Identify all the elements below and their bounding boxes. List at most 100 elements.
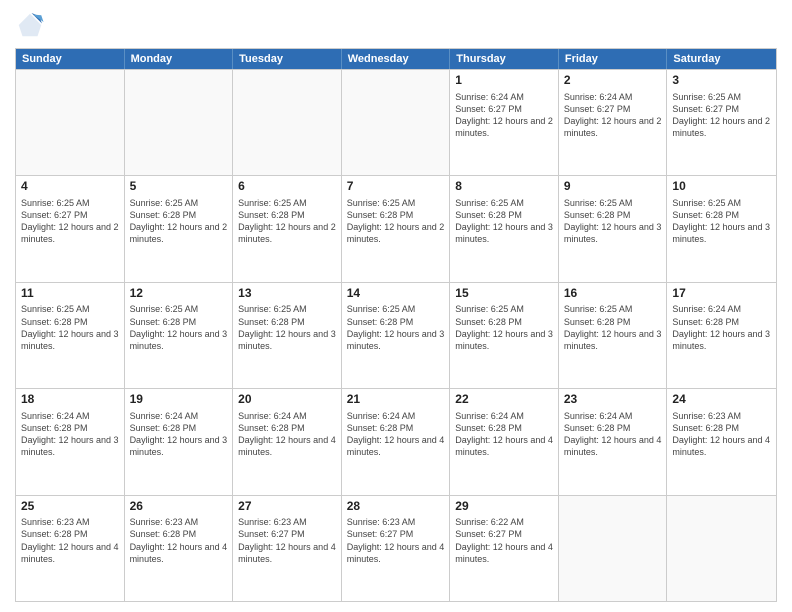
day-number: 2 [564, 73, 662, 89]
day-number: 12 [130, 286, 228, 302]
day-number: 6 [238, 179, 336, 195]
day-number: 24 [672, 392, 771, 408]
calendar-cell: 9Sunrise: 6:25 AMSunset: 6:28 PMDaylight… [559, 176, 668, 281]
calendar-week-row: 11 Sunrise: 6:25 AMSunset: 6:28 PMDayligh… [16, 282, 776, 388]
calendar-cell: 28Sunrise: 6:23 AMSunset: 6:27 PMDayligh… [342, 496, 451, 601]
day-info: Sunrise: 6:25 AMSunset: 6:28 PMDaylight:… [238, 303, 336, 352]
day-info: Sunrise: 6:23 AMSunset: 6:28 PMDaylight:… [672, 410, 771, 459]
day-of-week-header: Monday [125, 49, 234, 69]
logo [15, 10, 49, 40]
calendar-cell [233, 70, 342, 175]
day-info: Sunrise: 6:25 AMSunset: 6:28 PMDaylight:… [455, 197, 553, 246]
calendar-cell: 19 Sunrise: 6:24 AMSunset: 6:28 PMDayligh… [125, 389, 234, 494]
calendar-week-row: 25Sunrise: 6:23 AMSunset: 6:28 PMDayligh… [16, 495, 776, 601]
calendar-cell: 7 Sunrise: 6:25 AMSunset: 6:28 PMDaylight… [342, 176, 451, 281]
day-of-week-header: Thursday [450, 49, 559, 69]
day-number: 19 [130, 392, 228, 408]
day-info: Sunrise: 6:23 AMSunset: 6:27 PMDaylight:… [347, 516, 445, 565]
calendar-cell [342, 70, 451, 175]
day-of-week-header: Friday [559, 49, 668, 69]
calendar-cell [559, 496, 668, 601]
logo-icon [15, 10, 45, 40]
day-info: Sunrise: 6:25 AMSunset: 6:28 PMDaylight:… [347, 303, 445, 352]
day-number: 3 [672, 73, 771, 89]
day-info: Sunrise: 6:24 AMSunset: 6:27 PMDaylight:… [564, 91, 662, 140]
day-info: Sunrise: 6:25 AMSunset: 6:28 PMDaylight:… [672, 197, 771, 246]
day-info: Sunrise: 6:24 AMSunset: 6:28 PMDaylight:… [564, 410, 662, 459]
day-info: Sunrise: 6:24 AMSunset: 6:28 PMDaylight:… [347, 410, 445, 459]
day-of-week-header: Wednesday [342, 49, 451, 69]
calendar-cell: 29Sunrise: 6:22 AMSunset: 6:27 PMDayligh… [450, 496, 559, 601]
calendar-cell [667, 496, 776, 601]
day-info: Sunrise: 6:24 AMSunset: 6:28 PMDaylight:… [21, 410, 119, 459]
day-number: 18 [21, 392, 119, 408]
day-info: Sunrise: 6:25 AMSunset: 6:28 PMDaylight:… [347, 197, 445, 246]
calendar-cell: 23 Sunrise: 6:24 AMSunset: 6:28 PMDayligh… [559, 389, 668, 494]
calendar-cell: 1 Sunrise: 6:24 AMSunset: 6:27 PMDaylight… [450, 70, 559, 175]
day-info: Sunrise: 6:23 AMSunset: 6:28 PMDaylight:… [130, 516, 228, 565]
day-number: 17 [672, 286, 771, 302]
calendar-cell: 11Sunrise: 6:25 AMSunset: 6:28 PMDayligh… [16, 283, 125, 388]
day-number: 11 [21, 286, 119, 302]
day-number: 4 [21, 179, 119, 195]
day-number: 13 [238, 286, 336, 302]
calendar-cell: 26Sunrise: 6:23 AMSunset: 6:28 PMDayligh… [125, 496, 234, 601]
day-info: Sunrise: 6:23 AMSunset: 6:28 PMDaylight:… [21, 516, 119, 565]
calendar-cell: 14Sunrise: 6:25 AMSunset: 6:28 PMDayligh… [342, 283, 451, 388]
day-number: 20 [238, 392, 336, 408]
day-of-week-header: Tuesday [233, 49, 342, 69]
calendar-cell: 5 Sunrise: 6:25 AMSunset: 6:28 PMDaylight… [125, 176, 234, 281]
day-of-week-header: Sunday [16, 49, 125, 69]
day-info: Sunrise: 6:24 AMSunset: 6:28 PMDaylight:… [238, 410, 336, 459]
calendar-cell: 2 Sunrise: 6:24 AMSunset: 6:27 PMDaylight… [559, 70, 668, 175]
calendar-cell: 3 Sunrise: 6:25 AMSunset: 6:27 PMDaylight… [667, 70, 776, 175]
day-number: 16 [564, 286, 662, 302]
page: SundayMondayTuesdayWednesdayThursdayFrid… [0, 0, 792, 612]
day-number: 26 [130, 499, 228, 515]
day-info: Sunrise: 6:25 AMSunset: 6:28 PMDaylight:… [564, 303, 662, 352]
day-number: 1 [455, 73, 553, 89]
day-number: 10 [672, 179, 771, 195]
calendar-cell: 16Sunrise: 6:25 AMSunset: 6:28 PMDayligh… [559, 283, 668, 388]
day-of-week-header: Saturday [667, 49, 776, 69]
calendar-header: SundayMondayTuesdayWednesdayThursdayFrid… [16, 49, 776, 69]
day-info: Sunrise: 6:24 AMSunset: 6:28 PMDaylight:… [672, 303, 771, 352]
day-number: 27 [238, 499, 336, 515]
day-number: 22 [455, 392, 553, 408]
calendar: SundayMondayTuesdayWednesdayThursdayFrid… [15, 48, 777, 602]
day-number: 5 [130, 179, 228, 195]
day-info: Sunrise: 6:25 AMSunset: 6:28 PMDaylight:… [455, 303, 553, 352]
day-info: Sunrise: 6:25 AMSunset: 6:28 PMDaylight:… [130, 197, 228, 246]
calendar-cell: 17Sunrise: 6:24 AMSunset: 6:28 PMDayligh… [667, 283, 776, 388]
day-number: 7 [347, 179, 445, 195]
calendar-cell: 13Sunrise: 6:25 AMSunset: 6:28 PMDayligh… [233, 283, 342, 388]
day-info: Sunrise: 6:25 AMSunset: 6:27 PMDaylight:… [21, 197, 119, 246]
calendar-cell: 21Sunrise: 6:24 AMSunset: 6:28 PMDayligh… [342, 389, 451, 494]
day-info: Sunrise: 6:24 AMSunset: 6:28 PMDaylight:… [130, 410, 228, 459]
calendar-week-row: 18 Sunrise: 6:24 AMSunset: 6:28 PMDayligh… [16, 388, 776, 494]
day-number: 25 [21, 499, 119, 515]
day-number: 9 [564, 179, 662, 195]
day-number: 14 [347, 286, 445, 302]
calendar-body: 1 Sunrise: 6:24 AMSunset: 6:27 PMDaylight… [16, 69, 776, 601]
calendar-cell: 10 Sunrise: 6:25 AMSunset: 6:28 PMDayligh… [667, 176, 776, 281]
day-info: Sunrise: 6:23 AMSunset: 6:27 PMDaylight:… [238, 516, 336, 565]
day-number: 29 [455, 499, 553, 515]
calendar-cell: 15Sunrise: 6:25 AMSunset: 6:28 PMDayligh… [450, 283, 559, 388]
calendar-cell [16, 70, 125, 175]
day-info: Sunrise: 6:25 AMSunset: 6:28 PMDaylight:… [130, 303, 228, 352]
day-number: 28 [347, 499, 445, 515]
calendar-week-row: 1 Sunrise: 6:24 AMSunset: 6:27 PMDaylight… [16, 69, 776, 175]
calendar-cell: 24 Sunrise: 6:23 AMSunset: 6:28 PMDayligh… [667, 389, 776, 494]
calendar-cell: 27Sunrise: 6:23 AMSunset: 6:27 PMDayligh… [233, 496, 342, 601]
day-info: Sunrise: 6:24 AMSunset: 6:28 PMDaylight:… [455, 410, 553, 459]
calendar-cell: 20 Sunrise: 6:24 AMSunset: 6:28 PMDayligh… [233, 389, 342, 494]
calendar-cell [125, 70, 234, 175]
day-info: Sunrise: 6:25 AMSunset: 6:27 PMDaylight:… [672, 91, 771, 140]
calendar-week-row: 4 Sunrise: 6:25 AMSunset: 6:27 PMDaylight… [16, 175, 776, 281]
day-number: 8 [455, 179, 553, 195]
day-info: Sunrise: 6:24 AMSunset: 6:27 PMDaylight:… [455, 91, 553, 140]
day-number: 23 [564, 392, 662, 408]
day-info: Sunrise: 6:22 AMSunset: 6:27 PMDaylight:… [455, 516, 553, 565]
calendar-cell: 6Sunrise: 6:25 AMSunset: 6:28 PMDaylight… [233, 176, 342, 281]
